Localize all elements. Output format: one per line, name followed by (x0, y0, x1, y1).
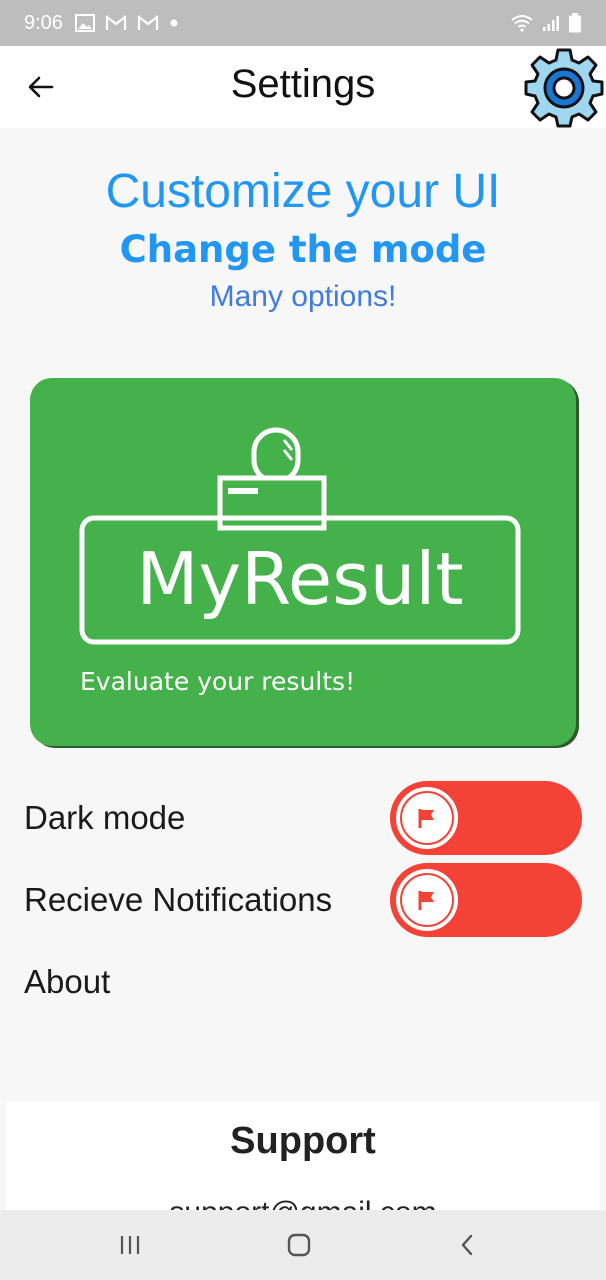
status-time: 9:06 (24, 11, 63, 34)
tagline-text: Evaluate your results! (80, 667, 355, 696)
signal-icon (543, 16, 559, 31)
dark-mode-row: Dark mode (24, 780, 584, 856)
dark-mode-label: Dark mode (24, 799, 186, 836)
myresult-logo-card: MyResult Evaluate your results! (30, 378, 576, 746)
settings-gear-button[interactable] (522, 46, 606, 130)
brand-text: MyResult (136, 537, 463, 621)
notification-icons (74, 14, 179, 32)
flag-icon (418, 809, 434, 828)
toggle-knob (396, 787, 458, 849)
gmail-icon (137, 15, 159, 30)
image-icon (74, 14, 95, 32)
wifi-icon (511, 15, 533, 32)
page-title: Settings (230, 62, 376, 106)
toggle-knob (396, 869, 458, 931)
notifications-label: Recieve Notifications (24, 881, 333, 918)
back-icon (461, 1234, 473, 1256)
notifications-row: Recieve Notifications (24, 862, 584, 938)
recent-apps-button[interactable] (110, 1230, 150, 1260)
dot-icon (170, 19, 178, 27)
battery-icon (569, 13, 581, 33)
myresult-logo: MyResult Evaluate your results! (79, 427, 521, 696)
home-button[interactable] (279, 1230, 319, 1260)
change-mode-heading: Change the mode (119, 228, 487, 271)
system-icons (510, 13, 582, 33)
nav-back-button[interactable] (448, 1230, 488, 1260)
support-title: Support (230, 1120, 376, 1162)
status-bar: 9:06 (0, 0, 606, 46)
system-nav-bar (0, 1210, 606, 1280)
flag-icon (418, 891, 434, 910)
many-options-caption: Many options! (209, 280, 397, 313)
customize-heading: Customize your UI (105, 165, 501, 218)
app-bar: Settings (0, 46, 606, 128)
heading-block: Customize your UI Change the mode Many o… (0, 164, 606, 318)
recent-apps-icon (120, 1236, 140, 1254)
about-row[interactable]: About (24, 944, 584, 1020)
home-icon (287, 1233, 311, 1257)
about-label: About (24, 963, 111, 1000)
notifications-toggle[interactable] (390, 863, 582, 937)
gear-icon (524, 48, 604, 128)
dark-mode-toggle[interactable] (390, 781, 582, 855)
gmail-icon (105, 15, 127, 30)
support-card: Support support@gmail.com (6, 1102, 600, 1212)
